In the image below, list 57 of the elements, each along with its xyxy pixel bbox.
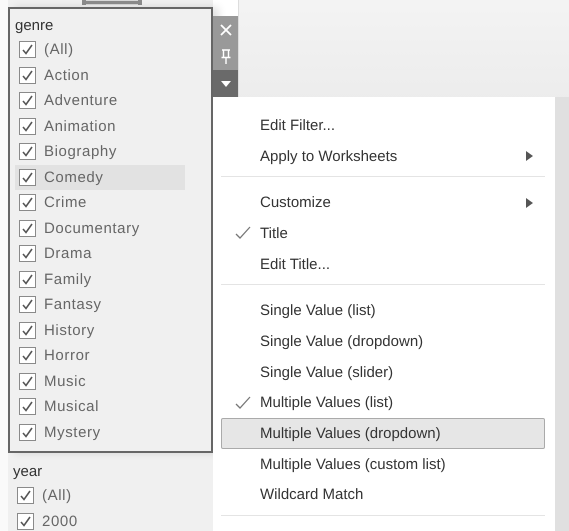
menu-item[interactable]: Edit Filter... xyxy=(221,110,545,141)
menu-item[interactable]: Apply to Worksheets xyxy=(221,140,545,172)
pin-button[interactable] xyxy=(213,43,238,70)
checkbox[interactable] xyxy=(19,41,36,58)
checkbox[interactable] xyxy=(19,296,36,314)
checkbox[interactable] xyxy=(19,143,36,160)
checkbox[interactable] xyxy=(19,194,36,212)
checkbox[interactable] xyxy=(19,220,36,237)
filter-item[interactable]: (All) xyxy=(13,483,183,508)
menu-item[interactable]: Edit Title... xyxy=(221,248,545,280)
checkbox[interactable] xyxy=(17,487,34,504)
filter-item[interactable]: Fantasy xyxy=(15,292,185,318)
menu-item[interactable]: Title xyxy=(221,218,545,249)
menu-item[interactable]: Single Value (list) xyxy=(221,295,545,326)
menu-item[interactable]: Single Value (slider) xyxy=(221,356,545,388)
menu-item[interactable]: Multiple Values (list) xyxy=(221,388,545,418)
checkbox[interactable] xyxy=(19,270,36,288)
checkbox[interactable] xyxy=(19,347,36,364)
filter-item[interactable]: Musical xyxy=(15,394,185,420)
menu-item[interactable]: Customize xyxy=(221,187,545,218)
filter-item[interactable]: Horror xyxy=(15,343,185,368)
checkbox[interactable] xyxy=(19,322,36,339)
filter-item[interactable]: Animation xyxy=(15,114,185,139)
checkbox[interactable] xyxy=(19,168,36,186)
checkbox[interactable] xyxy=(19,424,36,441)
filter-item[interactable]: Action xyxy=(15,62,185,88)
close-button[interactable] xyxy=(213,16,238,43)
close-icon xyxy=(220,24,232,36)
filter-title: genre xyxy=(15,16,54,36)
caret-icon xyxy=(220,80,230,86)
filter-item[interactable]: (All) xyxy=(15,37,185,62)
checkbox[interactable] xyxy=(19,66,36,84)
filter-item[interactable]: Drama xyxy=(15,241,185,266)
filter-item[interactable]: History xyxy=(15,318,185,343)
filter-item[interactable]: Biography xyxy=(15,139,185,164)
menu-item[interactable]: Single Value (dropdown) xyxy=(221,326,545,357)
menu-item[interactable]: Wildcard Match xyxy=(221,480,545,510)
checkbox[interactable] xyxy=(17,512,34,530)
checkbox[interactable] xyxy=(19,92,36,110)
filter-item[interactable]: Music xyxy=(15,368,185,394)
filter-item[interactable]: 2000 xyxy=(13,508,183,531)
checkbox[interactable] xyxy=(19,372,36,390)
filter-item[interactable]: Mystery xyxy=(15,420,185,445)
checkbox[interactable] xyxy=(19,398,36,416)
filter-item[interactable]: Adventure xyxy=(15,88,185,114)
filter-item[interactable]: Comedy xyxy=(15,164,185,190)
drag-handle[interactable] xyxy=(82,0,142,5)
filter-title: year xyxy=(13,462,42,482)
filter-item[interactable]: Documentary xyxy=(15,216,185,241)
checkbox[interactable] xyxy=(19,118,36,135)
checkbox[interactable] xyxy=(19,245,36,262)
dropdown-button[interactable] xyxy=(213,70,238,97)
menu-item[interactable]: Multiple Values (dropdown) xyxy=(221,418,545,449)
filter-item[interactable]: Family xyxy=(15,266,185,292)
filter-item[interactable]: Crime xyxy=(15,190,185,216)
menu-item[interactable]: Multiple Values (custom list) xyxy=(221,448,545,480)
pin-icon xyxy=(220,48,230,64)
